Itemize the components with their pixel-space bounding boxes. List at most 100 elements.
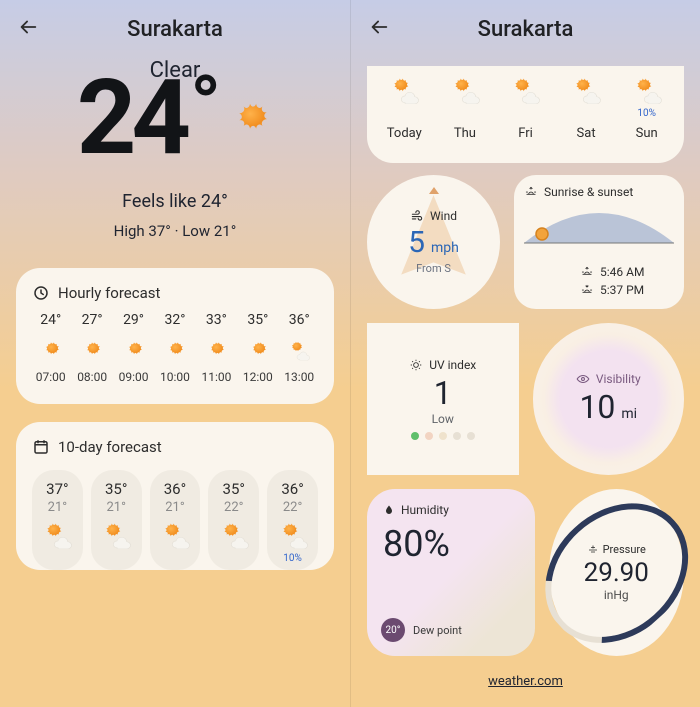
sun-cloud-icon (278, 521, 308, 551)
hour-time: 08:00 (73, 370, 110, 384)
clock-icon (32, 284, 50, 302)
hour-cell[interactable]: 29° 09:00 (115, 312, 152, 384)
dew-point-label: Dew point (413, 624, 462, 637)
calendar-icon (32, 438, 50, 456)
day-low: 21° (154, 500, 197, 515)
sun-cloud-icon (632, 76, 662, 106)
sun-icon (247, 340, 269, 362)
day-high: 36° (154, 480, 197, 498)
day-low: 22° (271, 500, 314, 515)
pressure-unit: inHg (604, 588, 629, 602)
hour-cell[interactable]: 33°11:00 (198, 312, 235, 384)
location-title: Surakarta (60, 17, 290, 42)
wind-title: Wind (430, 209, 457, 223)
hour-temp: 29° (115, 312, 152, 328)
sun-icon (40, 340, 62, 362)
hour-temp: 27° (73, 312, 110, 328)
eye-icon (576, 372, 590, 386)
sun-icon (164, 340, 186, 362)
hourly-title: Hourly forecast (58, 284, 160, 302)
uv-title: UV index (429, 358, 476, 372)
pressure-tile[interactable]: Pressure 29.90 inHg (549, 489, 685, 657)
current-temp: 24 (77, 67, 186, 171)
sunset-time: 5:37 PM (600, 283, 644, 297)
pressure-value: 29.90 (584, 558, 649, 588)
sun-icon (409, 358, 423, 372)
sun-icon (205, 340, 227, 362)
hour-temp: 24° (32, 312, 69, 328)
day-cell[interactable]: 35°22° (208, 470, 259, 570)
visibility-unit: mi (621, 406, 637, 422)
day-label: Thu (440, 126, 491, 141)
current-conditions: Clear 24 ° Feels like 24° High 37° · Low… (0, 58, 350, 250)
day-rain-chance: 10% (271, 553, 314, 564)
day-cell[interactable]: 10%Sun (619, 72, 674, 149)
hourly-forecast-card[interactable]: Hourly forecast 24°07:0027° 08:00 29° 09:00… (16, 268, 334, 404)
day-label: Sat (561, 126, 612, 141)
hour-cell[interactable]: 24°07:00 (32, 312, 69, 384)
day-cell[interactable]: Thu (438, 72, 493, 149)
day-rain-chance (440, 108, 491, 120)
hour-cell[interactable]: 27° 08:00 (73, 312, 110, 384)
hour-cell[interactable]: 35° 12:00 (239, 312, 276, 384)
hour-cell[interactable]: 32°10:00 (156, 312, 193, 384)
sun-path-chart (524, 203, 674, 253)
back-button[interactable] (367, 16, 391, 43)
day-cell[interactable]: 36°21° (150, 470, 201, 570)
day-cell[interactable]: Fri (498, 72, 553, 149)
degree-symbol: ° (190, 65, 221, 145)
sun-cloud-icon (450, 76, 480, 106)
wind-unit: mph (431, 240, 459, 256)
day-cell[interactable]: 35°21° (91, 470, 142, 570)
sun-cloud-icon (288, 340, 310, 362)
hour-time: 09:00 (115, 370, 152, 384)
weather-details-screen: Surakarta Today Thu Fri Sat 10%Sun Wind 5 mp… (350, 0, 700, 707)
sun-cloud-icon (571, 76, 601, 106)
dew-point-value: 20° (381, 618, 405, 642)
drop-icon (383, 504, 395, 516)
wind-tile[interactable]: Wind 5 mph From S (367, 175, 500, 309)
sun-cloud-icon (101, 521, 131, 551)
daily-title: 10-day forecast (58, 438, 162, 456)
back-button[interactable] (16, 16, 40, 43)
uv-label: Low (432, 412, 454, 426)
humidity-title: Humidity (401, 503, 449, 517)
sunrise-time: 5:46 AM (600, 265, 644, 279)
sun-cloud-icon (389, 76, 419, 106)
hour-temp: 35° (239, 312, 276, 328)
humidity-tile[interactable]: Humidity 80% 20° Dew point (367, 489, 535, 657)
day-rain-chance (379, 108, 430, 120)
hour-time: 12:00 (239, 370, 276, 384)
hour-cell[interactable]: 36°13:00 (281, 312, 318, 384)
humidity-value: 80% (383, 523, 519, 565)
sun-cloud-icon (42, 521, 72, 551)
sunrise-icon (580, 265, 594, 279)
day-high: 35° (212, 480, 255, 498)
day-cell[interactable]: 36°22°10% (267, 470, 318, 570)
uv-value: 1 (434, 374, 452, 412)
day-cell[interactable]: 37°21° (32, 470, 83, 570)
attribution-link[interactable]: weather.com (351, 670, 700, 697)
day-low: 22° (212, 500, 255, 515)
wind-icon (410, 209, 424, 223)
day-rain-chance (561, 108, 612, 120)
sun-cloud-icon (510, 76, 540, 106)
day-cell[interactable]: Sat (559, 72, 614, 149)
day-cell[interactable]: Today (377, 72, 432, 149)
day-rain-chance: 10% (621, 108, 672, 120)
day-label: Today (379, 126, 430, 141)
day-low: 21° (95, 500, 138, 515)
uv-index-tile[interactable]: UV index 1 Low (367, 323, 519, 475)
hour-temp: 33° (198, 312, 235, 328)
visibility-tile[interactable]: Visibility 10 mi (533, 323, 685, 475)
day-high: 35° (95, 480, 138, 498)
daily-forecast-card[interactable]: 10-day forecast 37°21°35°21°36°21°35°22°… (16, 422, 334, 570)
app-header: Surakarta (351, 0, 700, 58)
sunset-icon (580, 283, 594, 297)
sun-cloud-icon (219, 521, 249, 551)
daily-strip[interactable]: Today Thu Fri Sat 10%Sun (367, 66, 684, 163)
sun-icon (123, 340, 145, 362)
feels-like: Feels like 24° (16, 191, 334, 212)
sunrise-sunset-tile[interactable]: Sunrise & sunset 5:46 AM 5:37 PM (514, 175, 684, 309)
sun-icon (227, 99, 273, 145)
